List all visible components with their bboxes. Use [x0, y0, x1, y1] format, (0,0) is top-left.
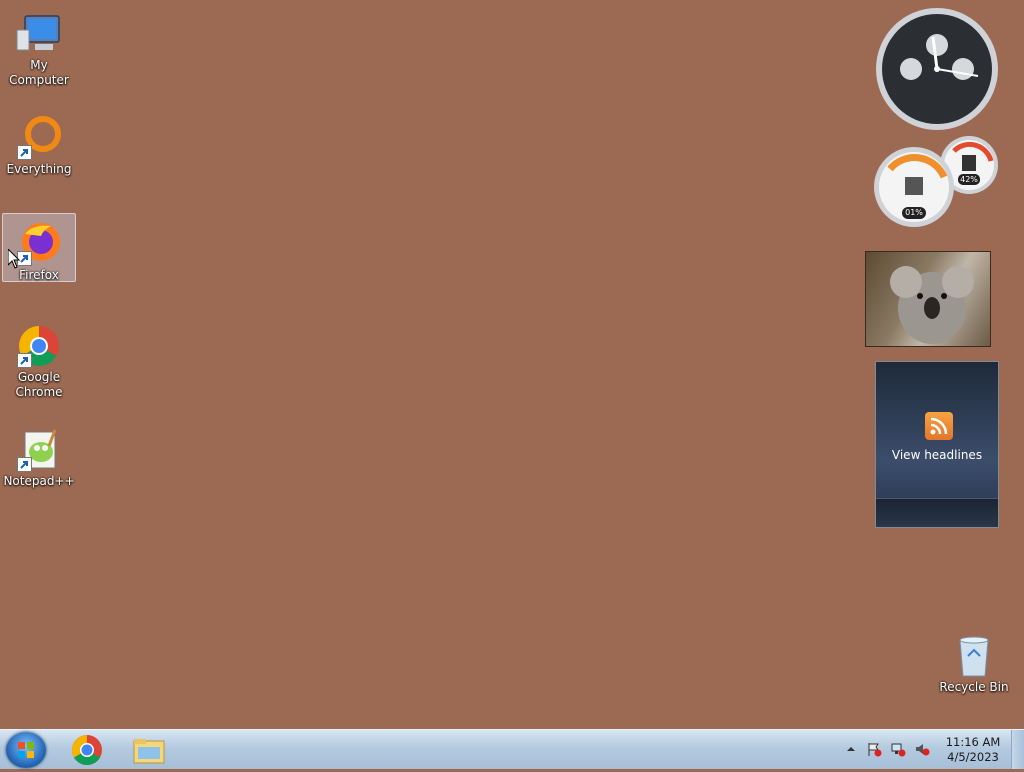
desktop-icon-label: Notepad++ — [3, 474, 75, 488]
rss-icon[interactable] — [925, 412, 953, 440]
recycle-bin-icon — [948, 632, 1000, 678]
show-desktop-button[interactable] — [1011, 730, 1024, 769]
action-center-flag-icon[interactable] — [866, 741, 882, 757]
desktop-icon-notepad-plus-plus[interactable]: Notepad++ — [2, 420, 76, 489]
desktop-icon-label: Everything — [6, 162, 72, 176]
view-headlines-link[interactable]: View headlines — [876, 448, 998, 462]
clock-time: 11:16 AM — [945, 735, 1001, 749]
koala-photo — [890, 266, 974, 344]
desktop-icon-everything[interactable]: Everything — [2, 108, 76, 177]
taskbar-file-explorer-button[interactable] — [130, 733, 168, 767]
volume-muted-icon[interactable] — [914, 741, 930, 757]
desktop-icon-label: My Computer — [9, 58, 69, 87]
show-hidden-icons-arrow[interactable] — [843, 741, 859, 757]
shortcut-arrow-icon — [17, 353, 32, 368]
desktop-icon-label: Firefox — [19, 268, 59, 282]
desktop-icon-my-computer[interactable]: My Computer — [2, 4, 76, 88]
shortcut-arrow-icon — [17, 145, 32, 160]
chrome-icon — [71, 735, 102, 766]
desktop-icon-recycle-bin[interactable]: Recycle Bin — [937, 626, 1011, 695]
chrome-icon — [13, 322, 65, 368]
start-orb-icon[interactable] — [6, 732, 46, 768]
mouse-cursor-icon — [7, 247, 21, 273]
clock-gadget[interactable] — [875, 7, 999, 135]
feed-footer — [876, 498, 998, 527]
cpu-meter-gadget[interactable]: 01% 42% — [874, 133, 1000, 233]
clock-date: 4/5/2023 — [947, 750, 999, 764]
desktop-icon-google-chrome[interactable]: Google Chrome — [2, 316, 76, 400]
file-explorer-icon — [133, 739, 165, 764]
memory-usage-readout: 42% — [958, 174, 980, 185]
desktop-icon-label: Recycle Bin — [939, 680, 1009, 694]
taskbar: 11:16 AM 4/5/2023 — [0, 729, 1024, 769]
shortcut-arrow-icon — [17, 457, 32, 472]
system-clock[interactable]: 11:16 AM 4/5/2023 — [942, 735, 1004, 765]
desktop-icon-label: Google Chrome — [15, 370, 63, 399]
everything-icon — [13, 114, 65, 160]
feed-headlines-gadget[interactable]: View headlines — [875, 361, 999, 528]
taskbar-chrome-button[interactable] — [68, 733, 106, 767]
cpu-usage-readout: 01% — [902, 207, 926, 219]
notepad-plus-plus-icon — [13, 426, 65, 472]
network-icon[interactable] — [890, 741, 906, 757]
firefox-icon — [13, 220, 65, 266]
slideshow-gadget[interactable] — [865, 251, 991, 347]
computer-icon — [13, 10, 65, 56]
